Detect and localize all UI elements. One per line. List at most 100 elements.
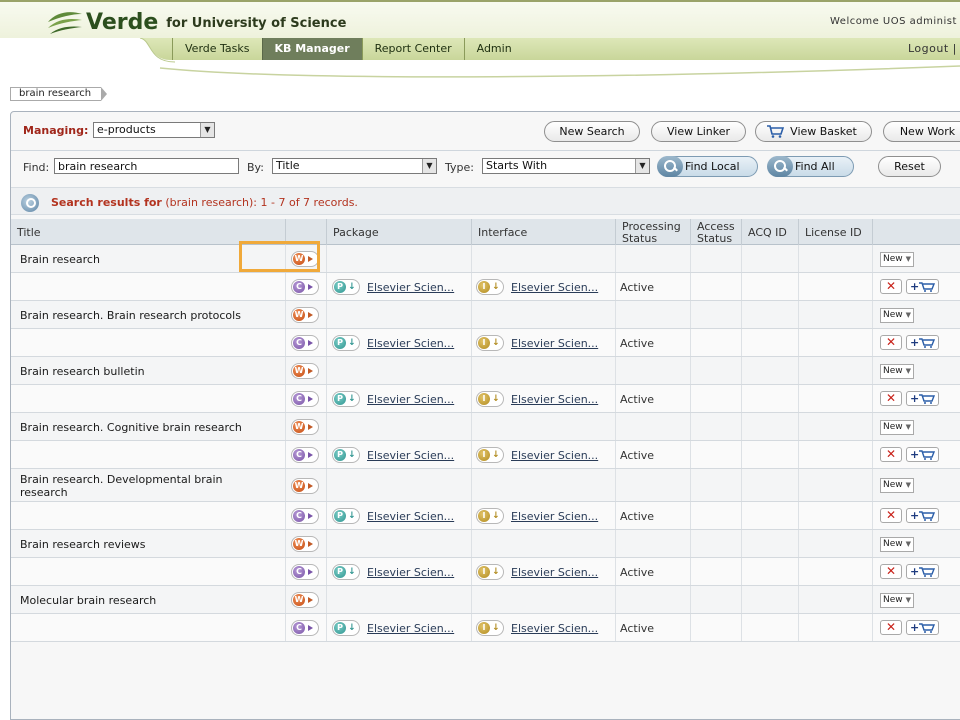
new-select[interactable]: New ▼ — [880, 536, 914, 552]
interface-badge[interactable]: I ↓ — [476, 508, 504, 524]
package-link[interactable]: Elsevier Scien... — [367, 449, 454, 462]
find-local-button[interactable]: Find Local — [657, 156, 758, 177]
work-badge[interactable]: W — [291, 307, 319, 323]
interface-link[interactable]: Elsevier Scien... — [511, 337, 598, 350]
find-input[interactable] — [54, 158, 239, 174]
new-search-button[interactable]: New Search — [544, 121, 640, 142]
new-select[interactable]: New ▼ — [880, 251, 914, 267]
col-package[interactable]: Package — [326, 219, 471, 245]
package-badge[interactable]: P ↓ — [332, 391, 360, 407]
work-badge[interactable]: W — [291, 419, 319, 435]
tab-admin[interactable]: Admin — [463, 38, 524, 60]
add-to-basket-button[interactable]: + — [906, 508, 939, 523]
add-to-basket-button[interactable]: + — [906, 335, 939, 350]
constituent-badge[interactable]: C — [291, 508, 319, 524]
find-all-button[interactable]: Find All — [767, 156, 854, 177]
view-basket-button[interactable]: View Basket — [755, 121, 872, 142]
find-label: Find: — [23, 161, 50, 174]
tab-verde-tasks[interactable]: Verde Tasks — [172, 38, 262, 60]
column-divider — [741, 413, 742, 440]
package-badge[interactable]: P ↓ — [332, 279, 360, 295]
package-link[interactable]: Elsevier Scien... — [367, 281, 454, 294]
interface-badge[interactable]: I ↓ — [476, 447, 504, 463]
package-badge[interactable]: P ↓ — [332, 564, 360, 580]
delete-button[interactable]: ✕ — [880, 279, 902, 294]
add-to-basket-button[interactable]: + — [906, 391, 939, 406]
column-divider — [872, 413, 873, 440]
plus-icon: + — [910, 565, 920, 578]
work-badge[interactable]: W — [291, 536, 319, 552]
managing-select[interactable]: e-products ▼ — [93, 122, 215, 138]
delete-button[interactable]: ✕ — [880, 391, 902, 406]
chevron-down-icon: ▼ — [905, 539, 911, 548]
package-link[interactable]: Elsevier Scien... — [367, 622, 454, 635]
view-linker-button[interactable]: View Linker — [651, 121, 746, 142]
package-link[interactable]: Elsevier Scien... — [367, 510, 454, 523]
add-to-basket-button[interactable]: + — [906, 564, 939, 579]
work-badge[interactable]: W — [291, 477, 319, 494]
package-badge[interactable]: P ↓ — [332, 620, 360, 636]
column-divider — [798, 530, 799, 557]
package-link[interactable]: Elsevier Scien... — [367, 337, 454, 350]
package-link[interactable]: Elsevier Scien... — [367, 566, 454, 579]
new-select[interactable]: New ▼ — [880, 363, 914, 379]
tab-kb-manager[interactable]: KB Manager — [261, 38, 362, 60]
constituent-badge[interactable]: C — [291, 279, 319, 295]
interface-badge[interactable]: I ↓ — [476, 564, 504, 580]
logout-link[interactable]: Logout | — [908, 42, 957, 55]
new-work-button[interactable]: New Work — [883, 121, 960, 142]
cart-icon — [919, 282, 935, 292]
tab-report-center[interactable]: Report Center — [361, 38, 464, 60]
breadcrumb[interactable]: brain research — [10, 87, 108, 101]
work-badge[interactable]: W — [291, 363, 319, 379]
interface-link[interactable]: Elsevier Scien... — [511, 281, 598, 294]
interface-link[interactable]: Elsevier Scien... — [511, 622, 598, 635]
by-select[interactable]: Title ▼ — [272, 158, 437, 174]
package-link[interactable]: Elsevier Scien... — [367, 393, 454, 406]
new-select[interactable]: New ▼ — [880, 478, 914, 493]
add-to-basket-button[interactable]: + — [906, 447, 939, 462]
interface-badge[interactable]: I ↓ — [476, 391, 504, 407]
interface-link[interactable]: Elsevier Scien... — [511, 510, 598, 523]
new-select[interactable]: New ▼ — [880, 307, 914, 323]
type-select[interactable]: Starts With ▼ — [482, 158, 650, 174]
constituent-badge[interactable]: C — [291, 564, 319, 580]
interface-link[interactable]: Elsevier Scien... — [511, 566, 598, 579]
column-divider — [615, 558, 616, 585]
column-divider — [285, 502, 286, 529]
column-divider — [690, 469, 691, 501]
constituent-badge[interactable]: C — [291, 391, 319, 407]
delete-button[interactable]: ✕ — [880, 620, 902, 635]
package-badge[interactable]: P ↓ — [332, 508, 360, 524]
interface-badge[interactable]: I ↓ — [476, 620, 504, 636]
add-to-basket-button[interactable]: + — [906, 279, 939, 294]
package-icon: P — [334, 393, 346, 405]
delete-button[interactable]: ✕ — [880, 335, 902, 350]
interface-link[interactable]: Elsevier Scien... — [511, 393, 598, 406]
delete-button[interactable]: ✕ — [880, 447, 902, 462]
constituent-badge[interactable]: C — [291, 447, 319, 463]
interface-link[interactable]: Elsevier Scien... — [511, 449, 598, 462]
work-badge[interactable]: W — [291, 592, 319, 608]
interface-badge[interactable]: I ↓ — [476, 279, 504, 295]
package-badge[interactable]: P ↓ — [332, 447, 360, 463]
col-acq-id[interactable]: ACQ ID — [741, 219, 798, 245]
add-to-basket-button[interactable]: + — [906, 620, 939, 635]
col-access-status[interactable]: Access Status — [690, 219, 741, 245]
chevron-down-icon: ▼ — [905, 422, 911, 431]
new-select[interactable]: New ▼ — [880, 592, 914, 608]
constituent-icon: C — [293, 622, 305, 634]
institution-name: for University of Science — [166, 16, 347, 31]
search-results-icon — [21, 194, 39, 212]
interface-badge[interactable]: I ↓ — [476, 335, 504, 351]
col-license-id[interactable]: License ID — [798, 219, 872, 245]
new-select[interactable]: New ▼ — [880, 419, 914, 435]
delete-button[interactable]: ✕ — [880, 508, 902, 523]
col-processing-status[interactable]: Processing Status — [615, 219, 690, 245]
constituent-badge[interactable]: C — [291, 620, 319, 636]
constituent-badge[interactable]: C — [291, 335, 319, 351]
package-badge[interactable]: P ↓ — [332, 335, 360, 351]
delete-button[interactable]: ✕ — [880, 564, 902, 579]
reset-button[interactable]: Reset — [878, 156, 941, 177]
col-interface[interactable]: Interface — [471, 219, 615, 245]
